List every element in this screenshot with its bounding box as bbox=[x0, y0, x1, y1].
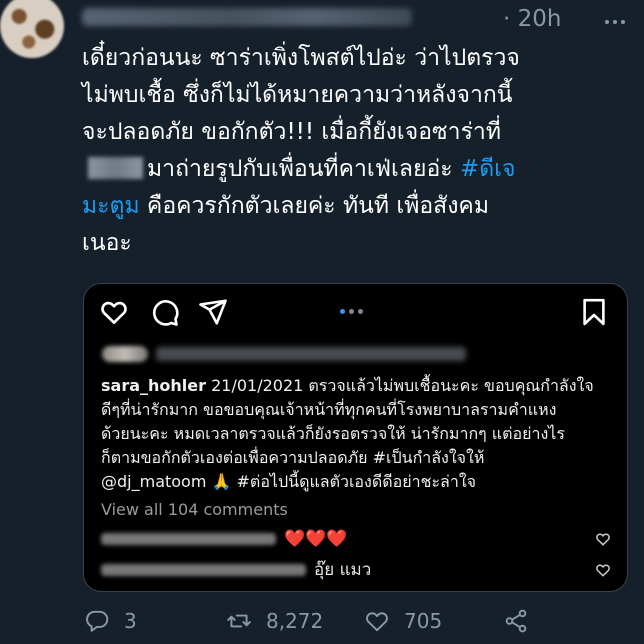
tweet-text-line: จะปลอดภัย ขอกักตัว!!! เมื่อกี้ยังเจอซาร่… bbox=[82, 119, 502, 145]
bookmark-icon bbox=[579, 297, 609, 327]
caption-line: ก็ตามขอกักตัวเองต่อเพื่อความปลอดภัย #เป็… bbox=[101, 448, 485, 467]
more-dots-icon[interactable] bbox=[597, 10, 633, 34]
instagram-comment: ❤️❤️❤️ bbox=[101, 527, 611, 551]
retweet-icon bbox=[226, 608, 252, 634]
carousel-dots bbox=[340, 309, 363, 314]
censor-bar bbox=[88, 157, 143, 179]
reply-button[interactable]: 3 bbox=[84, 606, 137, 636]
retweet-count: 8,272 bbox=[266, 609, 324, 633]
instagram-comment: อุ๊ย แมว bbox=[101, 558, 611, 582]
tweet-timestamp[interactable]: · 20h bbox=[503, 6, 561, 32]
tweet-text-line: ไม่พบเชื้อ ซึ่งก็ไม่ได้หมายความว่าหลังจา… bbox=[82, 82, 513, 108]
tweet-text-line: มาถ่ายรูปกับเพื่อนที่คาเฟ่เลยอ่ะ #ดีเจ bbox=[82, 151, 632, 188]
share-button[interactable] bbox=[503, 606, 529, 636]
avatar[interactable] bbox=[0, 0, 64, 58]
like-button[interactable]: 705 bbox=[364, 606, 442, 636]
hashtag-link[interactable]: มะตูม bbox=[82, 193, 140, 219]
send-icon bbox=[198, 297, 228, 327]
caption-username: sara_hohler bbox=[101, 376, 207, 395]
caption-line: @dj_matoom 🙏 #ต่อไปนี้ดูแลตัวเองดีดีอย่า… bbox=[101, 472, 477, 491]
tweet-text-line: เนอะ bbox=[82, 230, 132, 256]
caption-line: ด้วยนะคะ หมดเวลาตรวจแล้วก็ยังรอตรวจให้ น… bbox=[101, 424, 565, 443]
share-icon bbox=[503, 608, 529, 634]
instagram-action-bar bbox=[84, 284, 627, 340]
blurred-comment-username bbox=[101, 533, 276, 545]
view-all-comments: View all 104 comments bbox=[101, 500, 288, 519]
tweet-text-line: มะตูม คือควรกักตัวเลยค่ะ ทันที เพื่อสังค… bbox=[82, 193, 489, 219]
reply-icon bbox=[84, 608, 110, 634]
tweet-text: เดี๋ยวก่อนนะ ซาร่าเพิ่งโพสต์ไปอ่ะ ว่าไปต… bbox=[82, 40, 632, 262]
heart-icon bbox=[364, 608, 390, 634]
reply-count: 3 bbox=[124, 609, 137, 633]
heart-icon bbox=[99, 297, 129, 327]
caption-line: sara_hohler 21/01/2021 ตรวจแล้วไม่พบเชื้… bbox=[101, 376, 594, 395]
comment-text: ❤️❤️❤️ bbox=[284, 529, 348, 549]
instagram-caption: sara_hohler 21/01/2021 ตรวจแล้วไม่พบเชื้… bbox=[101, 374, 621, 494]
like-count: 705 bbox=[404, 609, 443, 633]
blurred-comment-username bbox=[101, 564, 306, 576]
comment-icon bbox=[150, 297, 180, 327]
tweet-screenshot: · 20h เดี๋ยวก่อนนะ ซาร่าเพิ่งโพสต์ไปอ่ะ … bbox=[0, 0, 644, 644]
caption-line: ดีๆที่น่ารักมาก ขอขอบคุณเจ้าหน้าที่ทุกคน… bbox=[101, 400, 557, 419]
tweet-text-line: เดี๋ยวก่อนนะ ซาร่าเพิ่งโพสต์ไปอ่ะ ว่าไปต… bbox=[82, 45, 520, 71]
blurred-display-name[interactable] bbox=[82, 8, 412, 26]
retweet-button[interactable]: 8,272 bbox=[226, 606, 323, 636]
heart-icon bbox=[595, 562, 611, 578]
embedded-instagram-screenshot[interactable]: sara_hohler 21/01/2021 ตรวจแล้วไม่พบเชื้… bbox=[83, 283, 628, 592]
comment-text: อุ๊ย แมว bbox=[314, 560, 372, 580]
hashtag-link[interactable]: #ดีเจ bbox=[460, 156, 516, 182]
heart-icon bbox=[595, 531, 611, 547]
blurred-likes-line bbox=[102, 344, 472, 364]
